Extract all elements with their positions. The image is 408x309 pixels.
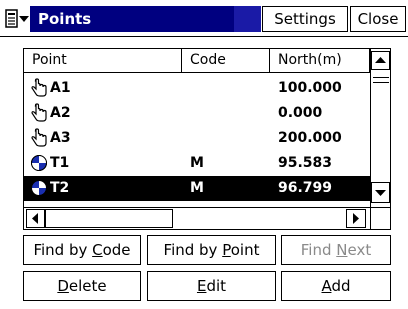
list-item[interactable]: A2 0.000: [24, 101, 370, 126]
button-label: Find by: [33, 241, 93, 259]
points-list[interactable]: Point Code North(m) A1 100.000 A2 0.000 A3 20…: [23, 48, 391, 230]
horizontal-scroll-thumb[interactable]: [45, 209, 173, 228]
horizontal-scrollbar[interactable]: [24, 207, 370, 229]
scroll-right-icon[interactable]: [346, 209, 366, 228]
button-accelerator: C: [92, 241, 103, 259]
button-label: elete: [68, 277, 107, 295]
button-accelerator: A: [321, 277, 332, 295]
survey-target-icon: [30, 151, 50, 176]
find-by-code-button[interactable]: Find by Code: [23, 235, 141, 265]
find-next-button[interactable]: Find Next: [281, 235, 391, 265]
point-name: T2: [50, 180, 70, 196]
point-north: 95.583: [278, 155, 333, 171]
settings-button[interactable]: Settings: [262, 6, 348, 32]
button-label: ext: [347, 241, 372, 259]
button-label: dd: [331, 277, 351, 295]
column-header-north[interactable]: North(m): [270, 49, 370, 73]
point-name: A1: [50, 80, 71, 96]
point-north: 96.799: [278, 180, 333, 196]
button-label: Find: [300, 241, 337, 259]
scroll-up-icon[interactable]: [371, 51, 390, 70]
hand-pointer-icon: [30, 101, 50, 126]
vertical-scroll-thumb[interactable]: [373, 77, 389, 83]
list-header: Point Code North(m): [24, 49, 370, 73]
find-by-point-button[interactable]: Find by Point: [147, 235, 276, 265]
point-code: M: [190, 180, 204, 196]
point-name: A2: [50, 105, 71, 121]
list-item[interactable]: A1 100.000: [24, 76, 370, 101]
button-accelerator: N: [336, 241, 348, 259]
button-label: dit: [206, 277, 227, 295]
delete-button[interactable]: Delete: [23, 271, 141, 301]
edit-button[interactable]: Edit: [147, 271, 276, 301]
button-accelerator: D: [57, 277, 69, 295]
menu-dropdown-icon[interactable]: [5, 8, 30, 30]
button-accelerator: P: [222, 241, 231, 259]
point-north: 0.000: [278, 105, 323, 121]
list-item[interactable]: T2 M 96.799: [24, 176, 370, 201]
title-bar-spacer: [234, 6, 261, 32]
scroll-left-icon[interactable]: [26, 209, 45, 228]
button-label: oint: [230, 241, 260, 259]
point-code: M: [190, 155, 204, 171]
add-button[interactable]: Add: [281, 271, 391, 301]
list-rows: A1 100.000 A2 0.000 A3 200.000 T1 M 95.583 T2 M 96.…: [24, 73, 370, 207]
survey-target-icon: [30, 176, 50, 201]
point-name: T1: [50, 155, 70, 171]
vertical-scrollbar[interactable]: [370, 49, 390, 207]
title-bar: Points Settings Close: [0, 0, 408, 37]
column-header-point[interactable]: Point: [24, 49, 182, 73]
column-header-code[interactable]: Code: [182, 49, 270, 73]
scroll-down-icon[interactable]: [371, 182, 390, 203]
close-button[interactable]: Close: [350, 6, 406, 32]
list-item[interactable]: T1 M 95.583: [24, 151, 370, 176]
hand-pointer-icon: [30, 126, 50, 151]
window-title: Points: [38, 10, 92, 28]
scrollbar-corner: [370, 207, 390, 229]
point-north: 200.000: [278, 130, 342, 146]
hand-pointer-icon: [30, 76, 50, 101]
list-item[interactable]: A3 200.000: [24, 126, 370, 151]
point-name: A3: [50, 130, 71, 146]
point-north: 100.000: [278, 80, 342, 96]
button-label: Find by: [163, 241, 223, 259]
button-label: ode: [102, 241, 131, 259]
